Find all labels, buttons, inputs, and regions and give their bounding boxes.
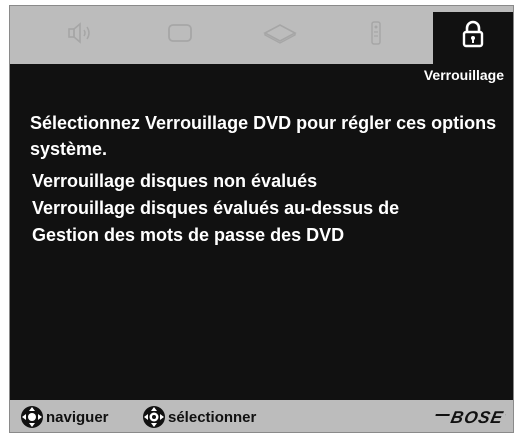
lock-icon [462, 20, 484, 48]
dpad-icon [21, 406, 43, 428]
tab-display[interactable] [160, 18, 200, 48]
select-hint: sélectionner [142, 405, 256, 429]
speaker-icon [68, 22, 90, 44]
footer-bar: naviguer sélectionner BOSE [10, 400, 513, 432]
display-icon [168, 24, 192, 42]
settings-screen: Verrouillage Sélectionnez Verrouillage D… [9, 5, 514, 433]
brand-text: BOSE [446, 408, 508, 427]
options-menu: Verrouillage disques non évalués Verroui… [32, 168, 399, 249]
select-label: sélectionner [168, 408, 257, 426]
tab-speaker[interactable] [62, 18, 102, 48]
tab-remote[interactable] [356, 18, 396, 48]
tab-row [10, 6, 513, 66]
tab-lock[interactable] [433, 12, 513, 66]
tab-disc[interactable] [260, 18, 300, 48]
dpad-select-icon [143, 406, 165, 428]
menu-item-password-management[interactable]: Gestion des mots de passe des DVD [32, 222, 399, 249]
instruction-text: Sélectionnez Verrouillage DVD pour régle… [30, 113, 497, 159]
disc-icon [263, 24, 297, 44]
lock-settings-panel: Verrouillage Sélectionnez Verrouillage D… [10, 64, 513, 400]
navigate-label: naviguer [46, 408, 109, 426]
menu-item-unrated-disc-lock[interactable]: Verrouillage disques non évalués [32, 168, 399, 195]
remote-icon [371, 21, 381, 45]
navigate-hint: naviguer [20, 405, 109, 429]
menu-item-rated-disc-lock[interactable]: Verrouillage disques évalués au-dessus d… [32, 195, 399, 222]
panel-title: Verrouillage [423, 67, 504, 83]
bose-logo: BOSE [446, 408, 508, 428]
